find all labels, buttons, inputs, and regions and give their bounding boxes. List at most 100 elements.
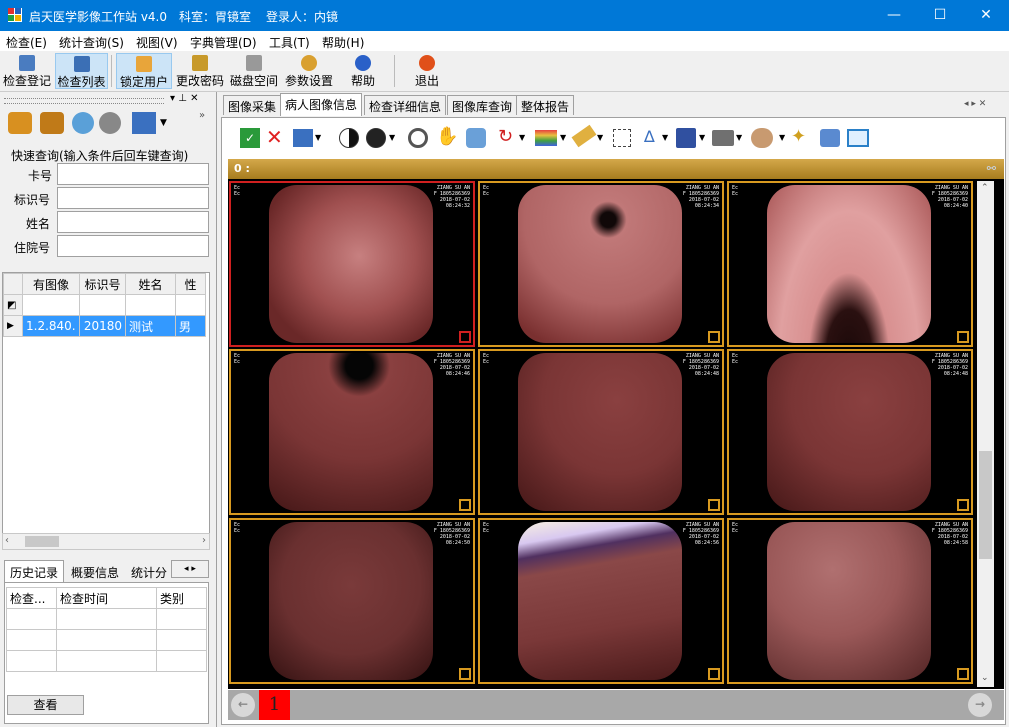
col-exam[interactable]: 检查... [6,587,57,609]
col-exam-time[interactable]: 检查时间 [56,587,157,609]
brain-icon[interactable] [751,128,773,148]
tab-image-library[interactable]: 图像库查询 [447,95,518,115]
color-map-icon[interactable] [535,130,557,146]
scroll-down-icon[interactable]: ⌄ [981,673,989,683]
register-button[interactable]: 检查登记 [1,53,53,89]
chevron-down-icon[interactable]: ▼ [315,133,321,142]
chevron-down-icon[interactable]: ▼ [736,133,742,142]
users-icon[interactable] [72,112,94,134]
tool-icon-2[interactable] [40,112,64,134]
col-name[interactable]: 姓名 [125,273,176,295]
chevron-down-icon[interactable]: ▼ [779,133,785,142]
select-corner[interactable] [708,668,720,680]
image-cell[interactable]: Ec Ec ZIANG SU AN F 1805286369 2018-07-02 08… [727,518,973,684]
exit-button[interactable]: 退出 [412,53,442,89]
cell-id[interactable]: 20180 [79,315,126,337]
tab-summary[interactable]: 概要信息 [66,562,124,583]
filter-cell[interactable] [22,294,80,316]
id-input[interactable] [57,187,209,209]
chevron-down-icon[interactable]: ▼ [560,133,566,142]
select-corner[interactable] [957,499,969,511]
disk-space-button[interactable]: 磁盘空间 [228,53,280,89]
image-cell[interactable]: Ec Ec ZIANG SU AN F 1805286369 2018-07-02 08… [478,349,724,515]
image-cell[interactable]: Ec Ec ZIANG SU AN F 1805286369 2018-07-02 08… [727,181,973,347]
layout-grid-icon[interactable] [293,129,313,147]
close-button[interactable]: ✕ [963,0,1009,31]
table-row[interactable]: ▶ 1.2.840. 20180 测试 男 [3,315,206,337]
select-corner[interactable] [708,331,720,343]
chevron-down-icon[interactable]: ▼ [160,118,167,128]
panel-pin-icons[interactable]: ▾ ⊥ ✕ [170,93,198,104]
menu-tools[interactable]: 工具(T) [269,34,310,51]
cell-has-image[interactable]: 1.2.840. [22,315,80,337]
col-id[interactable]: 标识号 [79,273,126,295]
image-cell[interactable]: Ec Ec ZIANG SU AN F 1805286369 2018-07-02 08… [229,349,475,515]
menu-stats[interactable]: 统计查询(S) [59,34,124,51]
tab-image-capture[interactable]: 图像采集 [223,95,282,115]
scroll-thumb[interactable] [979,451,992,559]
menu-view[interactable]: 视图(V) [136,34,178,51]
tool-icon-1[interactable] [8,112,32,134]
magic-zoom-icon[interactable] [466,128,486,148]
view-button[interactable]: 查看 [7,695,84,715]
select-corner[interactable] [459,499,471,511]
tab-report[interactable]: 整体报告 [516,95,575,115]
select-corner[interactable] [957,331,969,343]
settings-button[interactable]: 参数设置 [283,53,335,89]
chevron-down-icon[interactable]: ▼ [519,133,525,142]
confirm-icon[interactable]: ✓ [240,128,260,148]
tab-nav-icons[interactable]: ◂ ▸ ✕ [964,99,986,109]
image-vscrollbar[interactable]: ⌃ ⌄ [977,181,994,687]
image-cell[interactable]: Ec Ec ZIANG SU AN F 1805286369 2018-07-02 08… [727,349,973,515]
select-corner[interactable] [957,668,969,680]
image-cell[interactable]: Ec Ec ZIANG SU AN F 1805286369 2018-07-02 08… [478,518,724,684]
image-cell[interactable]: Ec Ec ZIANG SU AN F 1805286369 2018-07-02 08… [229,518,475,684]
filter-cell[interactable] [79,294,126,316]
col-has-image[interactable]: 有图像 [22,273,80,295]
save-icon[interactable] [676,128,696,148]
tab-history[interactable]: 历史记录 [4,560,65,582]
scroll-thumb[interactable] [25,536,59,547]
cell-name[interactable]: 测试 [125,315,176,337]
chevron-down-icon[interactable]: ▼ [699,133,705,142]
inpatient-input[interactable] [57,235,209,257]
filter-cell[interactable] [175,294,206,316]
tab-patient-images[interactable]: 病人图像信息 [280,93,363,116]
exam-list-button[interactable]: 检查列表 [55,53,108,89]
filter-cell[interactable] [125,294,176,316]
scroll-right-icon[interactable]: › [202,535,206,546]
print-icon[interactable] [712,130,734,146]
brightness-icon[interactable] [366,128,386,148]
magic-wand-icon[interactable]: ✦ [791,126,806,147]
col-sex[interactable]: 性 [175,273,206,295]
scroll-left-icon[interactable]: ‹ [5,535,9,546]
select-corner[interactable] [459,331,471,343]
page-number[interactable]: 1 [259,690,290,720]
contrast-icon[interactable] [339,128,359,148]
rotate-icon[interactable]: ↻ [498,126,513,147]
network-icon[interactable] [820,129,840,147]
menu-exam[interactable]: 检查(E) [6,34,47,51]
image-cell[interactable]: Ec Ec ZIANG SU AN F 1805286369 2018-07-02 08… [229,181,475,347]
name-input[interactable] [57,211,209,233]
tab-scroll-arrows[interactable]: ◂ ▸ [171,560,209,578]
menu-dictionary[interactable]: 字典管理(D) [190,34,257,51]
lock-user-button[interactable]: 锁定用户 [116,53,172,89]
pan-hand-icon[interactable]: ✋ [436,126,458,147]
prev-page-icon[interactable]: ← [231,693,255,717]
select-corner[interactable] [459,668,471,680]
image-cell[interactable]: Ec Ec ZIANG SU AN F 1805286369 2018-07-02 08… [478,181,724,347]
transfer-icon[interactable] [132,112,156,134]
help-button[interactable]: 帮助 [348,53,378,89]
tab-exam-details[interactable]: 检查详细信息 [364,95,447,115]
link-icon[interactable]: ⚯ [987,162,996,175]
delete-icon[interactable]: ✕ [266,126,283,148]
change-password-button[interactable]: 更改密码 [174,53,226,89]
tab-stats[interactable]: 统计分 [127,562,171,583]
card-input[interactable] [57,163,209,185]
col-category[interactable]: 类别 [156,587,207,609]
overflow-icon[interactable]: » [199,110,205,121]
chevron-down-icon[interactable]: ▼ [597,133,603,142]
chevron-down-icon[interactable]: ▼ [389,133,395,142]
patient-hscrollbar[interactable]: ‹ › [2,533,210,550]
